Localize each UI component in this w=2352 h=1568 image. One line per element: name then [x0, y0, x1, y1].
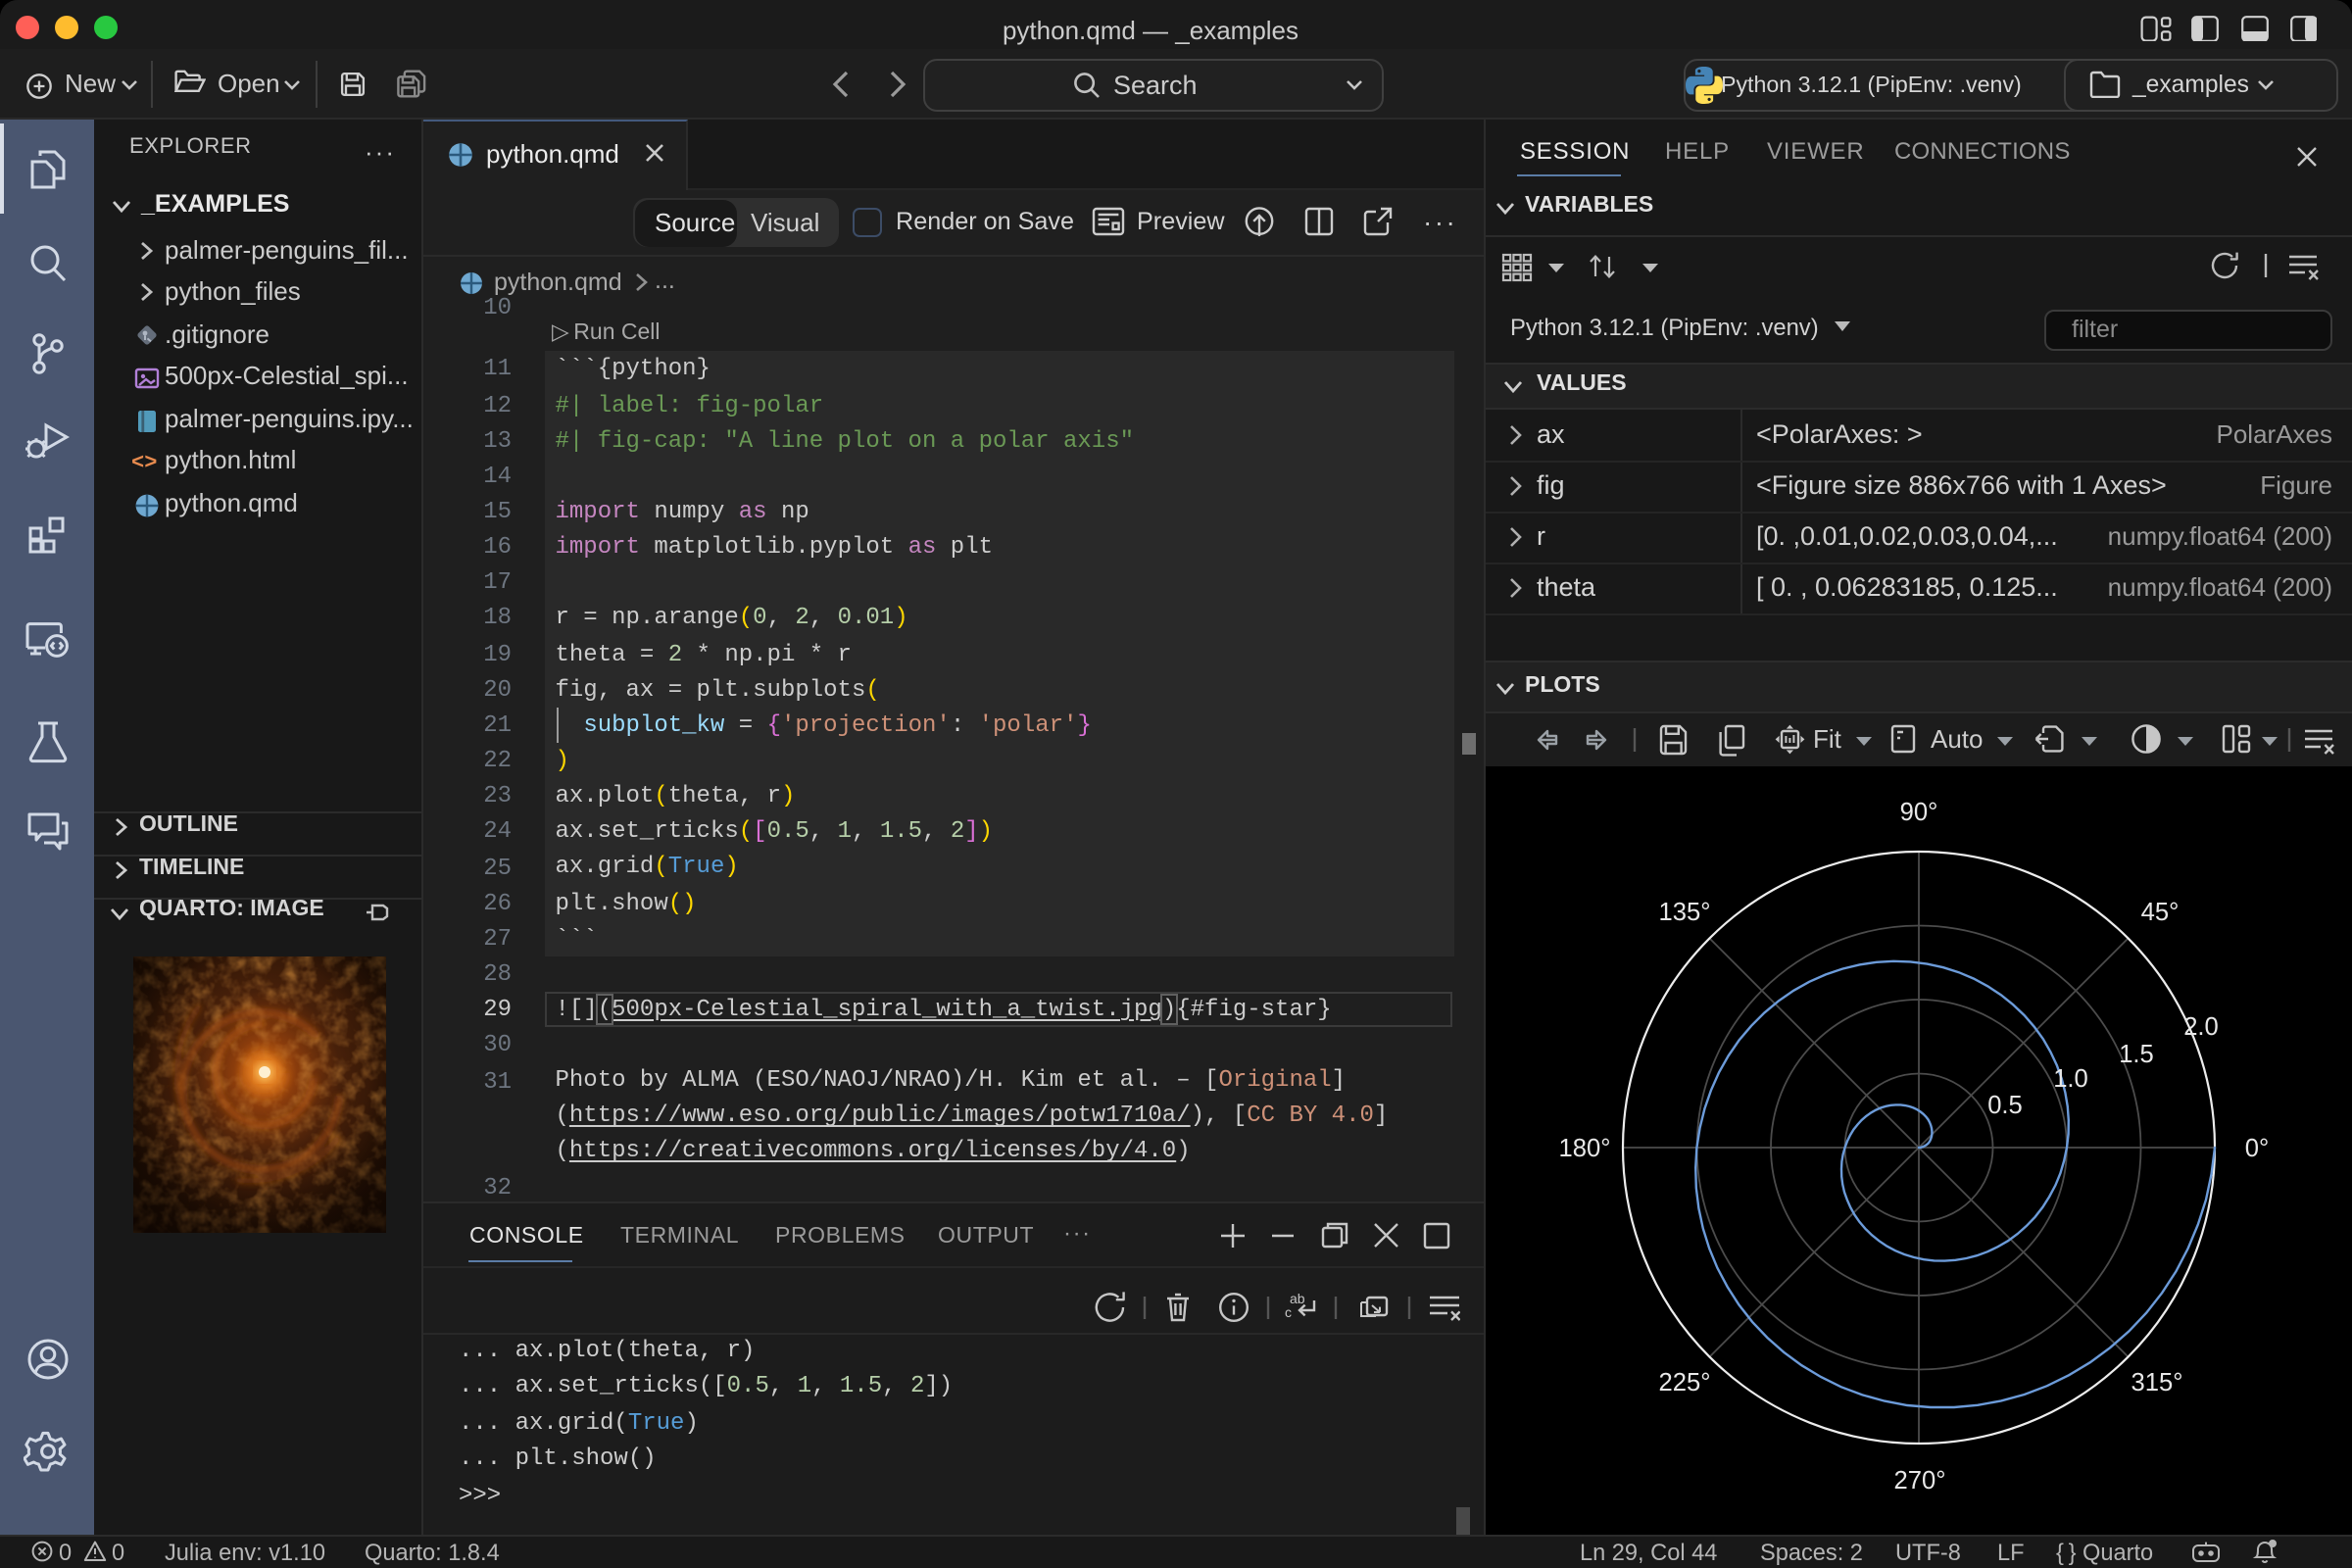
- svg-text:c: c: [1284, 1303, 1291, 1319]
- svg-text:1.0: 1.0: [2052, 1065, 2087, 1093]
- svg-text:180°: 180°: [1558, 1135, 1610, 1162]
- svg-text:2.0: 2.0: [2182, 1013, 2218, 1041]
- svg-text:Auto: Auto: [1931, 724, 1984, 754]
- svg-text:0.5: 0.5: [1986, 1092, 2022, 1119]
- svg-text:45°: 45°: [2140, 899, 2179, 926]
- svg-text:270°: 270°: [1893, 1467, 1945, 1494]
- svg-text:90°: 90°: [1899, 799, 1937, 826]
- svg-text:ab: ab: [1289, 1290, 1304, 1305]
- svg-text:225°: 225°: [1658, 1369, 1710, 1396]
- svg-text:Fit: Fit: [1813, 724, 1842, 754]
- svg-text:0°: 0°: [2244, 1135, 2268, 1162]
- svg-text:1.5: 1.5: [2118, 1041, 2153, 1068]
- svg-text:315°: 315°: [2131, 1369, 2182, 1396]
- svg-text:135°: 135°: [1658, 899, 1710, 926]
